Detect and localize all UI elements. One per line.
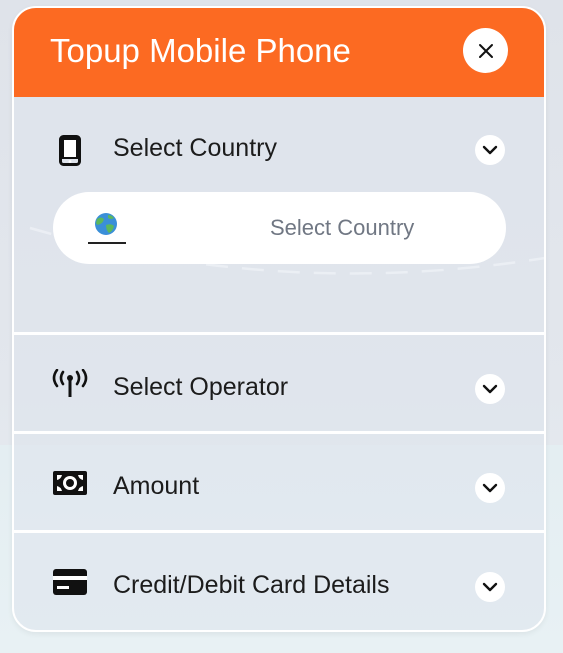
section-card-details[interactable]: Credit/Debit Card Details	[14, 533, 544, 630]
close-icon	[478, 43, 493, 58]
chevron-down-icon[interactable]	[475, 374, 505, 404]
topup-panel: Topup Mobile Phone Select Country Select…	[12, 6, 546, 632]
section-select-operator[interactable]: Select Operator	[14, 335, 544, 431]
antenna-icon	[52, 366, 88, 402]
cash-icon	[52, 465, 88, 501]
panel-title: Topup Mobile Phone	[50, 32, 351, 69]
chevron-down-icon[interactable]	[475, 135, 505, 165]
section-amount[interactable]: Amount	[14, 434, 544, 530]
panel-header: Topup Mobile Phone	[14, 8, 544, 97]
country-select-placeholder: Select Country	[270, 215, 415, 240]
section-label: Select Operator	[113, 373, 289, 401]
chevron-down-icon[interactable]	[475, 572, 505, 602]
mobile-phone-icon	[52, 132, 88, 168]
chevron-down-icon[interactable]	[475, 473, 505, 503]
close-button[interactable]	[463, 28, 508, 73]
credit-card-icon	[52, 564, 88, 600]
section-label: Amount	[113, 472, 200, 500]
globe-icon	[88, 213, 126, 244]
section-label: Select Country	[113, 134, 277, 162]
section-label: Credit/Debit Card Details	[113, 571, 390, 599]
country-select-dropdown[interactable]: Select Country	[53, 192, 506, 264]
